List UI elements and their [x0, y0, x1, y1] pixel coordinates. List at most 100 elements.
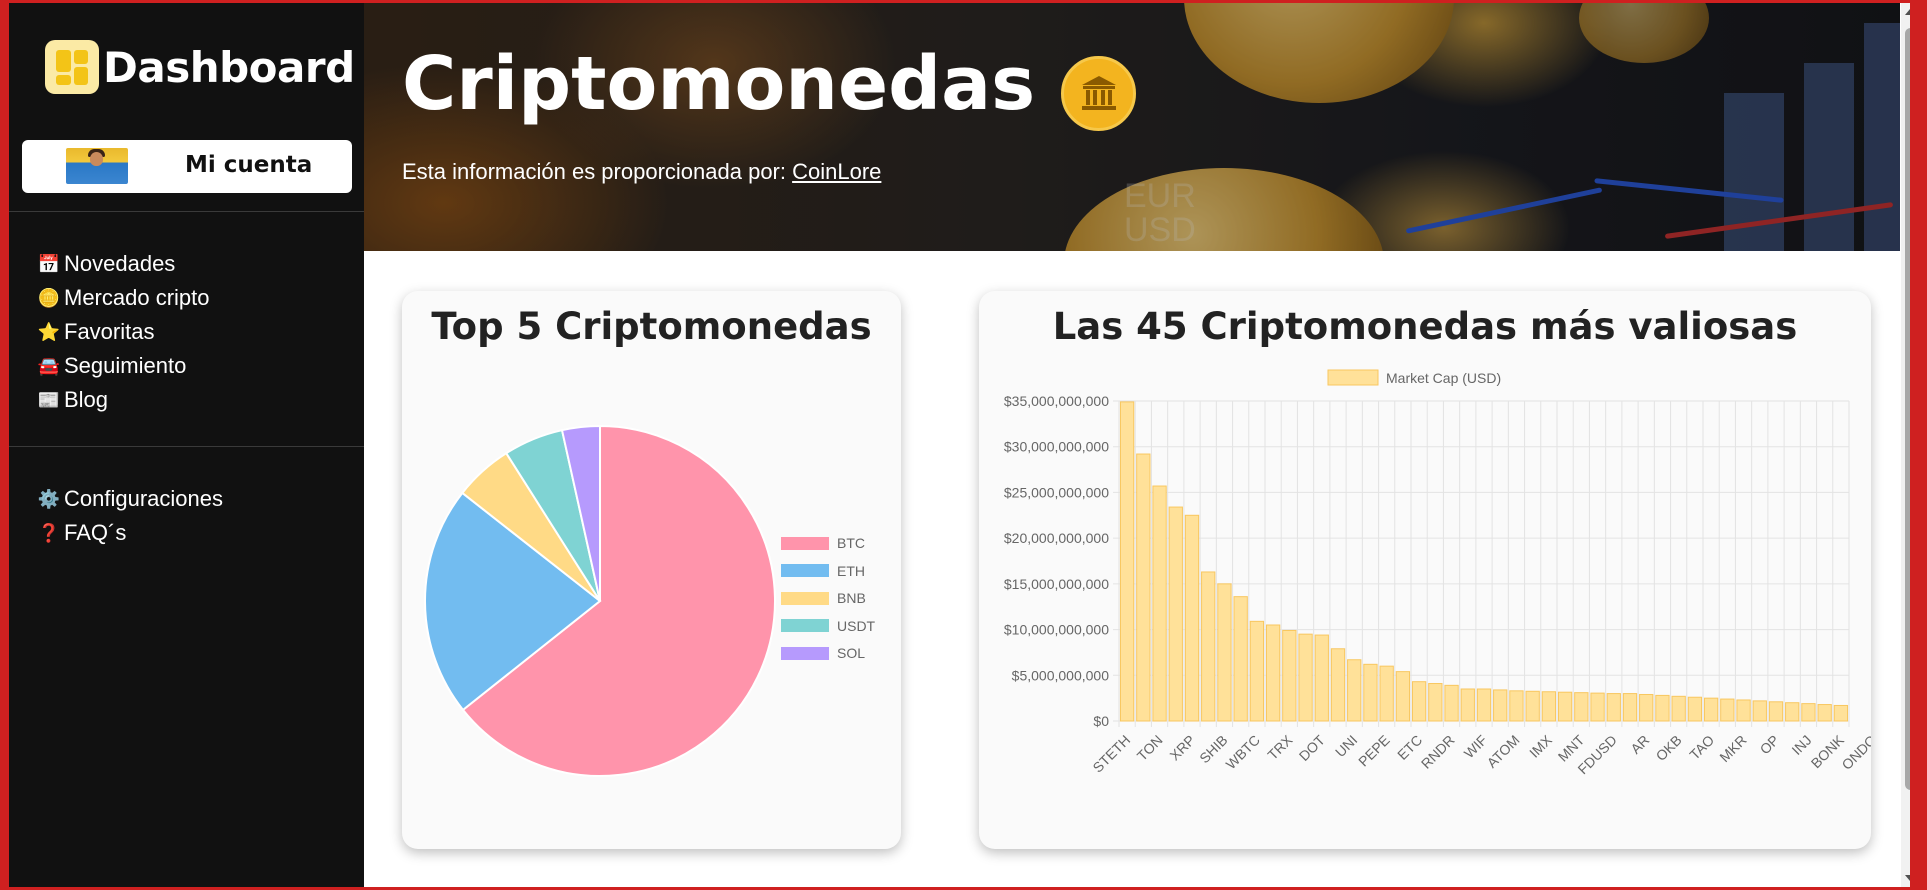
x-tick-label: DOT	[1296, 731, 1329, 764]
x-tick-label: INJ	[1788, 732, 1814, 758]
scroll-thumb[interactable]	[1905, 28, 1910, 790]
my-account-button[interactable]: Mi cuenta	[22, 140, 352, 193]
x-tick-label: IMX	[1526, 731, 1555, 760]
market-cap-bar[interactable]	[1493, 689, 1508, 722]
scroll-up-icon[interactable]	[1905, 9, 1910, 15]
scroll-down-icon[interactable]	[1905, 875, 1910, 881]
market-cap-bar[interactable]	[1444, 684, 1459, 722]
sidebar-item-faq-s[interactable]: ❓ FAQ´s	[37, 516, 223, 550]
market-cap-bar[interactable]	[1817, 704, 1832, 722]
legend-swatch	[781, 619, 829, 632]
sidebar-item-mercado-cripto[interactable]: 🪙 Mercado cripto	[37, 281, 210, 315]
market-cap-bar[interactable]	[1557, 691, 1573, 722]
sidebar-item-label: FAQ´s	[64, 520, 127, 545]
legend-label: USDT	[837, 617, 876, 634]
source-attribution: Esta información es proporcionada por: C…	[402, 159, 881, 185]
market-cap-bar[interactable]	[1184, 514, 1200, 722]
market-cap-bar[interactable]	[1509, 690, 1524, 722]
market-cap-bar[interactable]	[1217, 583, 1232, 722]
bar-chart[interactable]: $0 $5,000,000,000 $10,000,000,000 $15,000,0…	[979, 291, 1871, 849]
legend-item-usdt[interactable]: USDT	[781, 618, 875, 634]
market-cap-bar[interactable]	[1460, 688, 1475, 722]
legend-swatch	[781, 591, 829, 605]
market-cap-bar[interactable]	[1720, 698, 1735, 722]
market-cap-bar[interactable]	[1363, 663, 1378, 722]
market-cap-bar[interactable]	[1655, 694, 1670, 722]
x-tick-label: AR	[1627, 732, 1652, 757]
market-cap-bar[interactable]	[1282, 629, 1297, 722]
market-cap-bar[interactable]	[1768, 701, 1784, 722]
market-cap-bar[interactable]	[1574, 692, 1589, 722]
market-cap-bar[interactable]	[1314, 634, 1329, 722]
legend-swatch	[781, 536, 829, 550]
market-cap-bar[interactable]	[1687, 696, 1703, 722]
market-cap-bar[interactable]	[1152, 485, 1167, 722]
x-tick-label: TON	[1134, 732, 1166, 764]
market-cap-bar[interactable]	[1541, 691, 1557, 722]
market-cap-bar[interactable]	[1785, 702, 1800, 722]
market-cap-bar[interactable]	[1622, 693, 1638, 722]
market-cap-bar[interactable]	[1428, 683, 1443, 722]
market-cap-bar[interactable]	[1119, 401, 1135, 722]
secondary-nav: ⚙️ Configuraciones ❓ FAQ´s	[37, 482, 223, 550]
market-cap-bar[interactable]	[1736, 699, 1751, 722]
sidebar-item-label: Mercado cripto	[64, 285, 210, 310]
market-cap-bar[interactable]	[1265, 624, 1281, 722]
brand[interactable]: Dashboard	[45, 39, 355, 95]
x-tick-label: ONDO	[1838, 732, 1871, 773]
market-cap-bar[interactable]	[1411, 681, 1427, 722]
market-cap-bar[interactable]	[1347, 659, 1362, 722]
legend-label: SOL	[837, 645, 866, 661]
gear-icon: ⚙️	[37, 488, 61, 509]
sidebar-item-configuraciones[interactable]: ⚙️ Configuraciones	[37, 482, 223, 516]
legend-swatch	[781, 564, 829, 577]
coinlore-link[interactable]: CoinLore	[792, 159, 881, 184]
market-cap-bar[interactable]	[1298, 633, 1313, 722]
sidebar-item-seguimiento[interactable]: 🚘 Seguimiento	[37, 349, 210, 383]
market-cap-bar[interactable]	[1703, 697, 1719, 722]
market-cap-bar[interactable]	[1752, 700, 1767, 722]
market-cap-bar[interactable]	[1233, 596, 1248, 722]
top45-chart-card: Las 45 Criptomonedas más valiosas $0 $5,0…	[979, 291, 1871, 849]
market-cap-bar[interactable]	[1525, 690, 1540, 722]
x-tick-label: RNDR	[1418, 732, 1458, 772]
star-icon: ⭐	[37, 321, 61, 342]
brand-title: Dashboard	[103, 42, 355, 92]
market-cap-bar[interactable]	[1379, 665, 1394, 722]
calendar-icon: 📅	[37, 253, 61, 274]
question-icon: ❓	[37, 522, 61, 543]
market-cap-bar[interactable]	[1476, 688, 1492, 722]
legend-item-btc[interactable]: BTC	[781, 535, 865, 551]
x-tick-label: TAO	[1686, 732, 1717, 763]
legend-label: BNB	[837, 590, 866, 606]
app-window: Dashboard Mi cuenta 📅 Novedades 🪙 Mercado c…	[9, 3, 1910, 887]
divider	[9, 446, 364, 447]
market-cap-bar[interactable]	[1606, 693, 1621, 722]
x-tick-label: XRP	[1166, 732, 1198, 764]
market-cap-bar[interactable]	[1590, 692, 1605, 722]
sidebar-item-blog[interactable]: 📰 Blog	[37, 383, 210, 417]
legend-label[interactable]: Market Cap (USD)	[1386, 370, 1501, 386]
market-cap-bar[interactable]	[1201, 571, 1216, 722]
market-cap-bar[interactable]	[1395, 671, 1411, 722]
y-tick-label: $15,000,000,000	[1004, 576, 1109, 592]
sidebar-item-novedades[interactable]: 📅 Novedades	[37, 247, 210, 281]
legend-item-bnb[interactable]: BNB	[781, 590, 866, 606]
x-tick-label: OP	[1756, 732, 1782, 758]
market-cap-bar[interactable]	[1801, 703, 1816, 722]
legend-item-eth[interactable]: ETH	[781, 563, 865, 579]
sidebar-item-label: Blog	[64, 387, 109, 412]
legend-item-sol[interactable]: SOL	[781, 645, 865, 661]
market-cap-bar[interactable]	[1249, 620, 1265, 722]
legend-swatch[interactable]	[1327, 369, 1379, 386]
market-cap-bar[interactable]	[1168, 506, 1183, 722]
market-cap-bar[interactable]	[1136, 453, 1151, 722]
legend-label: BTC	[837, 535, 865, 551]
vertical-scrollbar[interactable]	[1901, 3, 1910, 887]
market-cap-bar[interactable]	[1671, 695, 1686, 722]
sidebar-item-favoritas[interactable]: ⭐ Favoritas	[37, 315, 210, 349]
market-cap-bar[interactable]	[1330, 648, 1346, 722]
market-cap-bar[interactable]	[1639, 693, 1654, 722]
divider	[9, 211, 364, 212]
market-cap-bar[interactable]	[1833, 704, 1849, 722]
